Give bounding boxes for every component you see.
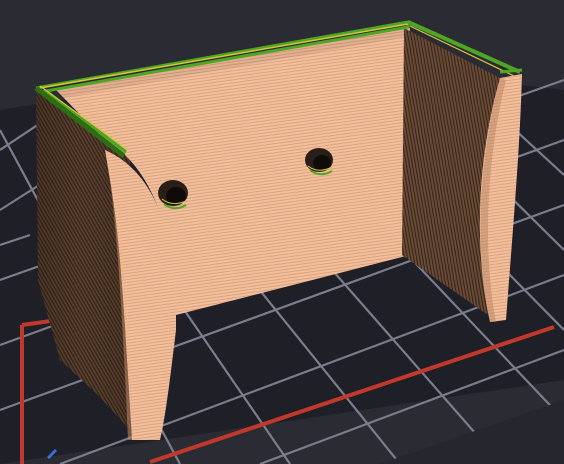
scene-canvas[interactable]: [0, 0, 564, 464]
print-preview-viewport[interactable]: [0, 0, 564, 464]
